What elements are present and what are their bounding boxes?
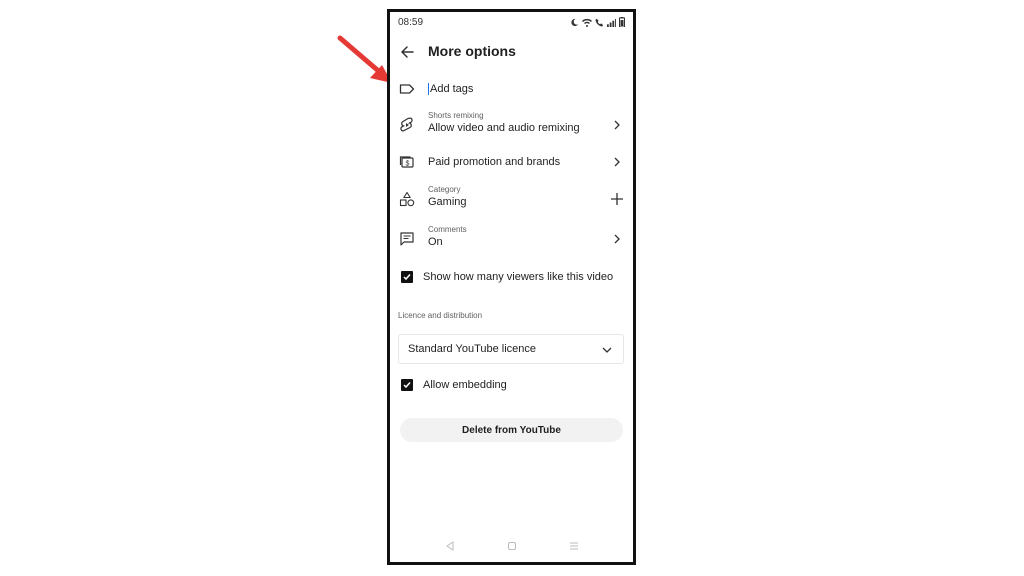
svg-text:$: $ — [406, 161, 410, 168]
header: More options — [390, 40, 633, 66]
checkmark-icon — [403, 382, 411, 389]
text-caret — [428, 83, 429, 96]
back-arrow-icon[interactable] — [399, 44, 415, 60]
tag-icon — [399, 84, 415, 94]
nav-menu-icon[interactable] — [569, 541, 579, 551]
show-likes-label: Show how many viewers like this video — [423, 271, 614, 283]
status-time: 08:59 — [398, 16, 424, 28]
checkmark-icon — [403, 274, 411, 281]
paid-promotion-icon: $ — [399, 156, 414, 168]
licence-section-label: Licence and distribution — [398, 311, 483, 320]
category-value: Gaming — [428, 196, 467, 208]
status-icons — [570, 17, 625, 27]
allow-embedding-label: Allow embedding — [423, 379, 507, 391]
moon-icon — [571, 18, 579, 26]
remix-icon — [400, 117, 413, 132]
plus-icon[interactable] — [610, 192, 624, 206]
chevron-right-icon — [614, 234, 620, 244]
page-title: More options — [428, 43, 516, 59]
show-likes-row: Show how many viewers like this video — [390, 268, 633, 286]
comments-row[interactable]: Comments On — [390, 225, 633, 255]
phone-screen: 08:59 More options Add tags Shorts remix… — [387, 9, 636, 565]
allow-embedding-row: Allow embedding — [390, 375, 633, 393]
comments-sublabel: Comments — [428, 225, 467, 234]
status-bar: 08:59 — [390, 12, 633, 32]
nav-home-icon[interactable] — [507, 541, 517, 551]
licence-dropdown[interactable]: Standard YouTube licence — [398, 334, 624, 364]
shorts-remixing-row[interactable]: Shorts remixing Allow video and audio re… — [390, 110, 633, 140]
paid-promotion-label: Paid promotion and brands — [428, 156, 561, 168]
chevron-right-icon — [614, 120, 620, 130]
delete-from-youtube-button[interactable]: Delete from YouTube — [400, 418, 623, 442]
category-shapes-icon — [399, 191, 415, 207]
comments-value: On — [428, 236, 443, 248]
battery-icon — [619, 17, 625, 27]
chevron-down-icon — [602, 347, 612, 353]
category-sublabel: Category — [428, 185, 461, 194]
category-row[interactable]: Category Gaming — [390, 185, 633, 215]
paid-promotion-row[interactable]: $ Paid promotion and brands — [390, 152, 633, 172]
wifi-icon — [582, 18, 592, 27]
licence-selected-value: Standard YouTube licence — [408, 343, 537, 355]
comment-icon — [400, 232, 414, 246]
nav-back-icon[interactable] — [445, 541, 455, 551]
add-tags-input[interactable]: Add tags — [428, 82, 603, 96]
shorts-remixing-value: Allow video and audio remixing — [428, 122, 580, 134]
signal-icon — [607, 18, 616, 27]
phone-call-icon — [595, 18, 604, 27]
add-tags-row[interactable]: Add tags — [390, 78, 633, 100]
allow-embedding-checkbox[interactable] — [401, 379, 413, 391]
system-nav-bar — [390, 540, 633, 554]
add-tags-label: Add tags — [430, 83, 474, 95]
show-likes-checkbox[interactable] — [401, 271, 413, 283]
shorts-remixing-sublabel: Shorts remixing — [428, 111, 484, 120]
chevron-right-icon — [614, 157, 620, 167]
